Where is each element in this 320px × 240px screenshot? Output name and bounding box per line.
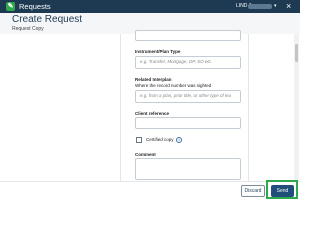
chevron-down-icon[interactable]: ▾ — [274, 3, 277, 10]
dialog-title: Create Request — [12, 14, 83, 25]
related-input[interactable]: e.g. from a plan, prior title, or other … — [135, 90, 241, 103]
top-input-field[interactable] — [135, 30, 241, 41]
requests-app-icon[interactable]: ✎ — [6, 2, 15, 11]
comment-textarea[interactable] — [135, 158, 241, 180]
certified-copy-checkbox[interactable] — [136, 137, 142, 143]
related-sublabel: Where the record number was sighted — [135, 83, 212, 88]
client-reference-input[interactable] — [135, 117, 241, 129]
instrument-input[interactable]: e.g. Transfer, Mortgage, DP, SO etc. — [135, 56, 241, 69]
user-name-redacted — [248, 4, 272, 9]
app-title: Requests — [19, 2, 51, 11]
dialog-subtitle: Request Copy — [12, 26, 44, 32]
close-icon[interactable]: × — [286, 1, 291, 12]
discard-button[interactable]: Discard — [241, 185, 265, 197]
scrollbar-thumb[interactable] — [295, 44, 298, 62]
info-icon[interactable]: i — [176, 137, 182, 143]
certified-copy-label: Certified copy — [146, 137, 174, 142]
send-button[interactable]: Send — [271, 185, 294, 197]
app-top-bar: ✎ Requests LIND A ▾ × — [0, 0, 300, 13]
instrument-label: Instrument/Plan Type — [135, 49, 181, 54]
